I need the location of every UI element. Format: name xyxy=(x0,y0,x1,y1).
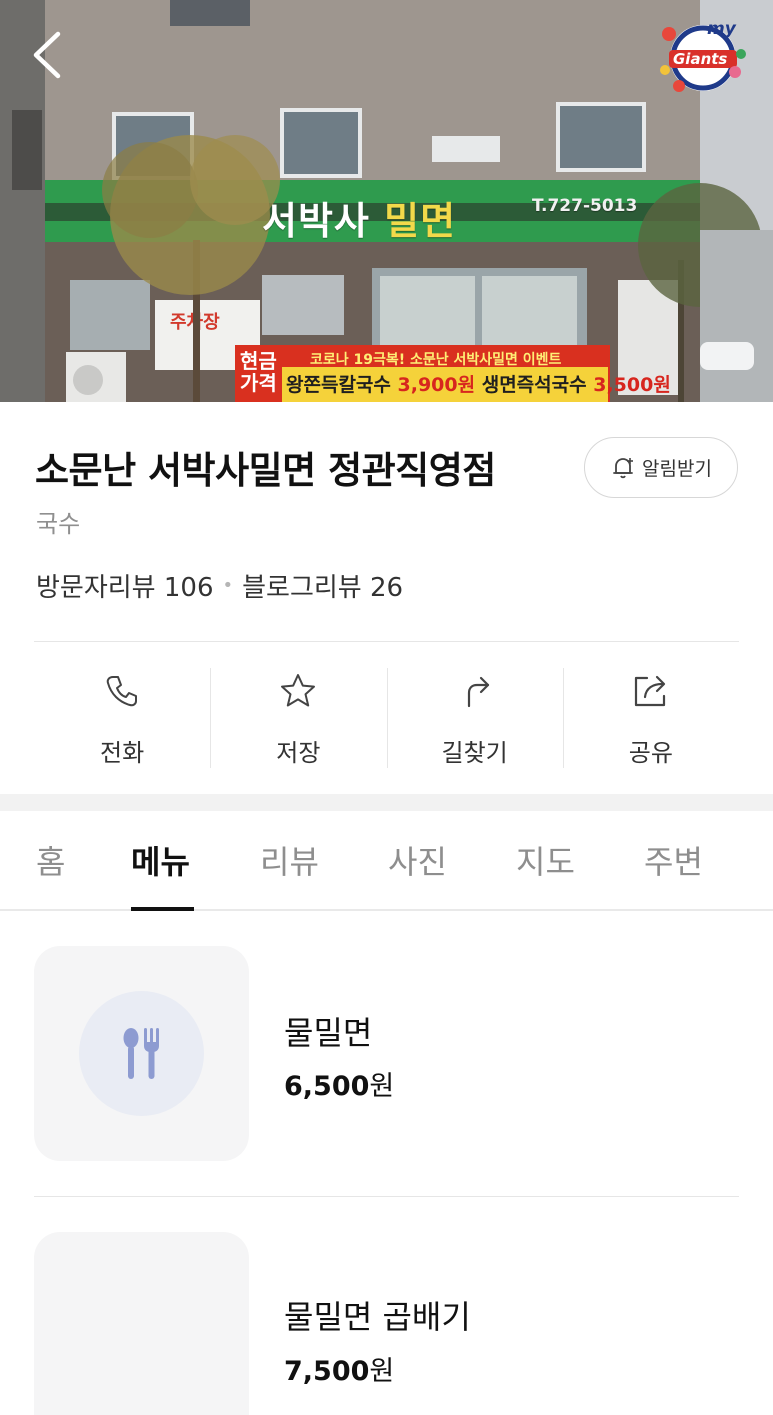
notify-button[interactable]: 알림받기 xyxy=(584,437,738,498)
giants-badge: Giants my xyxy=(655,14,747,96)
tab-bar: 홈 메뉴 리뷰 사진 지도 주변 xyxy=(0,811,773,911)
menu-item-name: 물밀면 xyxy=(284,1014,373,1052)
call-button[interactable]: 전화 xyxy=(34,662,210,772)
banner-prices: 왕쫀득칼국수 3,900원 생면즉석국수 3,500원 xyxy=(286,374,671,396)
store-photo[interactable]: 주차장 서박사 밀면 T.727-5013 코로나 19극복! 소문난 서박사밀… xyxy=(0,0,773,402)
banner-cash-label: 현금 가격 xyxy=(240,349,277,395)
section-gap xyxy=(0,794,773,811)
back-button[interactable] xyxy=(22,26,76,84)
menu-item-name: 물밀면 곱배기 xyxy=(284,1298,471,1336)
menu-item[interactable]: 물밀면 곱배기 7,500원 xyxy=(34,1232,739,1415)
tab-nearby[interactable]: 주변 xyxy=(644,837,703,883)
review-separator: • xyxy=(222,575,234,596)
visitor-review-link[interactable]: 방문자리뷰 106 xyxy=(36,567,214,604)
tab-reviews[interactable]: 리뷰 xyxy=(260,837,319,883)
save-button[interactable]: 저장 xyxy=(210,662,386,772)
menu-item-price: 7,500원 xyxy=(284,1356,395,1387)
tab-home[interactable]: 홈 xyxy=(36,837,65,883)
share-label: 공유 xyxy=(628,739,673,767)
store-category: 국수 xyxy=(36,510,81,538)
share-button[interactable]: 공유 xyxy=(562,662,739,772)
share-icon xyxy=(634,675,665,707)
directions-button[interactable]: 길찾기 xyxy=(386,662,563,772)
svg-text:my: my xyxy=(707,19,737,39)
menu-thumbnail xyxy=(34,1232,249,1415)
bell-plus-icon xyxy=(613,457,634,478)
review-summary: 방문자리뷰 106 • 블로그리뷰 26 xyxy=(36,567,403,604)
sign-store-name: 서박사 밀면 xyxy=(262,199,457,243)
directions-arrow-icon xyxy=(467,676,489,708)
header-divider xyxy=(34,641,739,642)
svg-text:Giants: Giants xyxy=(673,50,727,68)
menu-thumbnail xyxy=(34,946,249,1161)
banner-event-text: 코로나 19극복! 소문난 서박사밀면 이벤트 xyxy=(310,352,562,368)
star-icon xyxy=(281,674,316,707)
tab-map[interactable]: 지도 xyxy=(516,837,575,883)
active-tab-indicator xyxy=(131,907,194,911)
save-label: 저장 xyxy=(276,739,321,767)
call-label: 전화 xyxy=(100,739,145,767)
utensils-icon xyxy=(123,1027,159,1079)
sign-phone-number: T.727-5013 xyxy=(532,196,638,216)
store-name: 소문난 서박사밀면 정관직영점 xyxy=(35,449,496,492)
notify-label: 알림받기 xyxy=(642,458,712,480)
tab-menu[interactable]: 메뉴 xyxy=(131,837,190,883)
action-bar: 전화 저장 길찾기 공유 xyxy=(34,662,739,772)
chevron-left-icon xyxy=(33,31,61,79)
menu-placeholder-circle xyxy=(79,991,204,1116)
phone-icon xyxy=(106,676,138,707)
directions-label: 길찾기 xyxy=(441,739,508,767)
menu-divider xyxy=(34,1196,739,1197)
giants-logo-icon: Giants my xyxy=(660,19,746,92)
blog-review-link[interactable]: 블로그리뷰 26 xyxy=(242,567,403,604)
menu-item[interactable]: 물밀면 6,500원 xyxy=(34,946,739,1162)
tab-photos[interactable]: 사진 xyxy=(388,837,447,883)
menu-item-price: 6,500원 xyxy=(284,1071,395,1102)
